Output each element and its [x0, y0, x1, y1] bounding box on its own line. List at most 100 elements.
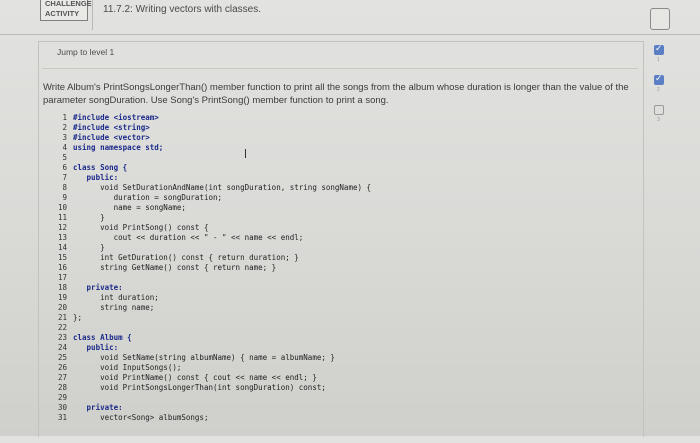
line-number: 20 — [57, 303, 67, 312]
code-line[interactable]: 17 — [52, 273, 73, 283]
line-number: 27 — [57, 373, 67, 382]
code-text: class Song { — [73, 163, 128, 172]
code-line[interactable]: 21}; — [52, 313, 82, 323]
code-text: name = songName; — [73, 203, 186, 212]
line-number: 3 — [62, 133, 67, 142]
code-line[interactable]: 15 int GetDuration() const { return dura… — [52, 253, 299, 263]
code-line[interactable]: 22 — [52, 323, 73, 333]
line-number: 14 — [57, 243, 67, 252]
line-number: 21 — [57, 313, 67, 322]
code-text: } — [73, 243, 105, 252]
code-text: string GetName() const { return name; } — [73, 263, 277, 272]
code-editor[interactable]: 1 #include <iostream> 2 #include <string> 3 #… — [52, 113, 422, 443]
line-number: 12 — [57, 223, 67, 232]
code-text: void PrintSong() const { — [73, 223, 209, 232]
code-line[interactable]: 3 #include <vector> — [52, 133, 150, 143]
code-text: int GetDuration() const { return duratio… — [73, 253, 299, 262]
code-line[interactable]: 11 } — [52, 213, 105, 223]
code-line[interactable]: 26 void InputSongs(); — [52, 363, 181, 373]
code-line[interactable]: 27 void PrintName() const { cout << name… — [52, 373, 317, 383]
line-number: 13 — [57, 233, 67, 242]
level-1-indicator[interactable]: ✓ — [654, 43, 664, 55]
code-line[interactable]: 9 duration = songDuration; — [52, 193, 222, 203]
code-text: void InputSongs(); — [73, 363, 182, 372]
line-number: 6 — [62, 163, 67, 172]
line-number: 30 — [57, 403, 67, 412]
line-number: 1 — [62, 113, 67, 122]
code-text: #include <iostream> — [73, 113, 159, 122]
line-number: 2 — [62, 123, 67, 132]
code-line[interactable]: 8 void SetDurationAndName(int songDurati… — [52, 183, 371, 193]
completion-box — [650, 8, 670, 30]
line-number: 31 — [57, 413, 67, 422]
code-text: public: — [73, 343, 119, 352]
code-line[interactable]: 5 — [52, 153, 73, 163]
line-number: 9 — [62, 193, 67, 202]
line-number: 18 — [57, 283, 67, 292]
code-line[interactable]: 16 string GetName() const { return name;… — [52, 263, 276, 273]
level-3-indicator[interactable] — [654, 105, 664, 115]
code-line[interactable]: 13 cout << duration << " - " << name << … — [52, 233, 303, 243]
code-text: public: — [73, 173, 119, 182]
code-line[interactable]: 1 #include <iostream> — [52, 113, 159, 123]
check-icon: ✓ — [655, 73, 663, 83]
code-line[interactable]: 23 class Album { — [52, 333, 132, 343]
line-number: 28 — [57, 383, 67, 392]
badge-line-1: CHALLENGE — [45, 0, 92, 8]
line-number: 26 — [57, 363, 67, 372]
line-number: 7 — [62, 173, 67, 182]
section-divider — [42, 68, 638, 69]
line-number: 10 — [57, 203, 67, 212]
line-number: 25 — [57, 353, 67, 362]
check-icon: ✓ — [655, 43, 663, 53]
line-number: 19 — [57, 293, 67, 302]
level-3-number: 3 — [657, 117, 660, 123]
code-text: void SetName(string albumName) { name = … — [73, 353, 335, 362]
code-text: using namespace std; — [73, 143, 164, 152]
code-line[interactable]: 19 int duration; — [52, 293, 159, 303]
code-line[interactable]: 18 private: — [52, 283, 123, 293]
level-2-number: 2 — [657, 87, 660, 93]
code-text: int duration; — [73, 293, 159, 302]
code-text: private: — [73, 403, 123, 412]
code-text: vector<Song> albumSongs; — [73, 413, 209, 422]
code-line[interactable]: 4 using namespace std; — [52, 143, 163, 153]
jump-to-level-link[interactable]: Jump to level 1 — [57, 47, 114, 57]
line-number: 8 — [62, 183, 67, 192]
activity-title: 11.7.2: Writing vectors with classes. — [103, 4, 262, 15]
code-text: void PrintSongsLongerThan(int songDurati… — [73, 383, 326, 392]
code-line[interactable]: 24 public: — [52, 343, 118, 353]
code-line[interactable]: 29 — [52, 393, 73, 403]
code-line[interactable]: 10 name = songName; — [52, 203, 186, 213]
text-cursor — [245, 149, 246, 158]
code-text: private: — [73, 283, 123, 292]
level-1-number: 1 — [657, 57, 660, 63]
challenge-activity-badge: CHALLENGE ACTIVITY — [40, 0, 92, 21]
header-divider — [92, 0, 93, 30]
line-number: 24 — [57, 343, 67, 352]
line-number: 4 — [62, 143, 67, 152]
instructions-text: Write Album's PrintSongsLongerThan() mem… — [43, 82, 629, 106]
code-line[interactable]: 7 public: — [52, 173, 118, 183]
code-line[interactable]: 2 #include <string> — [52, 123, 149, 133]
line-number: 5 — [62, 153, 67, 162]
code-line[interactable]: 12 void PrintSong() const { — [52, 223, 209, 233]
level-2-indicator[interactable]: ✓ — [654, 73, 664, 85]
code-line[interactable]: 30 private: — [52, 403, 123, 413]
code-line[interactable]: 25 void SetName(string albumName) { name… — [52, 353, 335, 363]
code-line[interactable]: 6 class Song { — [52, 163, 127, 173]
code-line[interactable]: 20 string name; — [52, 303, 154, 313]
line-number: 17 — [57, 273, 67, 282]
line-number: 23 — [57, 333, 67, 342]
code-line[interactable]: 28 void PrintSongsLongerThan(int songDur… — [52, 383, 326, 393]
code-line[interactable]: 14 } — [52, 243, 105, 253]
code-line[interactable]: 31 vector<Song> albumSongs; — [52, 413, 209, 423]
code-text: #include <vector> — [73, 133, 150, 142]
code-text: }; — [73, 313, 83, 322]
code-text: class Album { — [73, 333, 132, 342]
badge-line-2: ACTIVITY — [45, 9, 80, 18]
activity-header: CHALLENGE ACTIVITY 11.7.2: Writing vecto… — [0, 0, 700, 35]
line-number: 29 — [57, 393, 67, 402]
line-number: 22 — [57, 323, 67, 332]
code-text: duration = songDuration; — [73, 193, 223, 202]
